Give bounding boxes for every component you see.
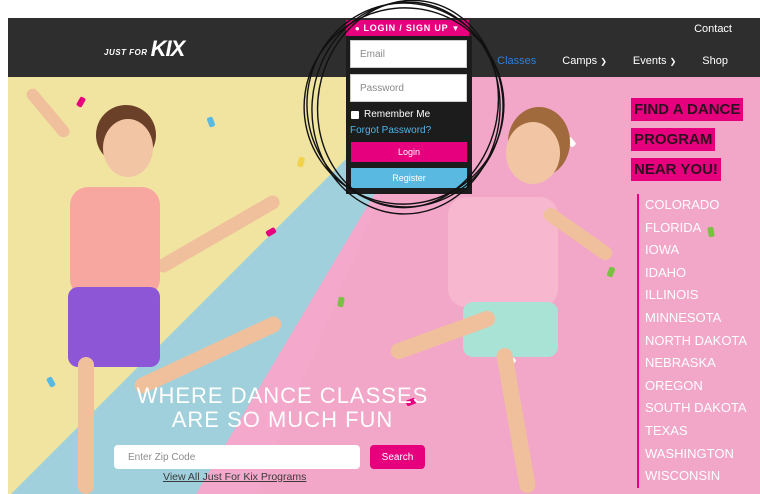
login-tab-label: LOGIN / SIGN UP bbox=[363, 23, 449, 33]
view-all-programs-link[interactable]: View All Just For Kix Programs bbox=[163, 471, 306, 483]
remember-me[interactable]: Remember Me bbox=[351, 109, 430, 120]
state-link[interactable]: OREGON bbox=[639, 375, 747, 398]
logo-small-text: JUST FOR bbox=[104, 47, 148, 57]
find-line-1: FIND A DANCE bbox=[631, 98, 744, 121]
state-link[interactable]: IOWA bbox=[639, 239, 747, 262]
chevron-down-icon: ▼ bbox=[451, 23, 461, 33]
login-dropdown-panel: Email Password Remember Me Forgot Passwo… bbox=[346, 36, 472, 194]
find-program-heading: FIND A DANCE PROGRAM NEAR YOU! bbox=[631, 98, 744, 188]
nav-links: Classes Camps ❯ Events ❯ Shop bbox=[471, 55, 728, 67]
zip-code-input[interactable]: Enter Zip Code bbox=[114, 445, 360, 469]
state-list: COLORADO FLORIDA IOWA IDAHO ILLINOIS MIN… bbox=[637, 194, 747, 488]
state-link[interactable]: NEBRASKA bbox=[639, 352, 747, 375]
search-button[interactable]: Search bbox=[370, 445, 425, 469]
state-link[interactable]: WISCONSIN bbox=[639, 465, 747, 488]
state-link[interactable]: SOUTH DAKOTA bbox=[639, 397, 747, 420]
state-link[interactable]: COLORADO bbox=[639, 194, 747, 217]
password-field[interactable]: Password bbox=[350, 74, 467, 102]
state-link[interactable]: WASHINGTON bbox=[639, 443, 747, 466]
headline-line-2: ARE SO MUCH FUN bbox=[171, 407, 394, 432]
chevron-down-icon: ❯ bbox=[600, 57, 607, 66]
logo-big-text: KIX bbox=[150, 36, 186, 61]
remember-label: Remember Me bbox=[364, 109, 431, 120]
nav-events-label: Events bbox=[632, 55, 667, 67]
nav-shop[interactable]: Shop bbox=[702, 55, 728, 67]
site-logo[interactable]: JUST FOR KIX bbox=[104, 32, 186, 66]
nav-events[interactable]: Events ❯ bbox=[633, 55, 676, 67]
state-link[interactable]: MINNESOTA bbox=[639, 307, 747, 330]
remember-checkbox[interactable] bbox=[351, 110, 359, 119]
register-button[interactable]: Register bbox=[351, 168, 467, 188]
hero-headline: WHERE DANCE CLASSES ARE SO MUCH FUN bbox=[100, 384, 465, 432]
find-line-3: NEAR YOU! bbox=[631, 158, 721, 181]
nav-camps-label: Camps bbox=[562, 55, 598, 67]
lock-icon: ● bbox=[354, 23, 361, 33]
email-field[interactable]: Email bbox=[350, 40, 467, 68]
forgot-password-link[interactable]: Forgot Password? bbox=[350, 125, 431, 136]
nav-camps[interactable]: Camps ❯ bbox=[562, 55, 607, 67]
state-link[interactable]: NORTH DAKOTA bbox=[639, 330, 747, 353]
contact-link[interactable]: Contact bbox=[694, 23, 732, 35]
nav-classes[interactable]: Classes bbox=[497, 55, 536, 67]
state-link[interactable]: IDAHO bbox=[639, 262, 747, 285]
state-link[interactable]: FLORIDA bbox=[639, 217, 747, 240]
state-link[interactable]: TEXAS bbox=[639, 420, 747, 443]
state-link[interactable]: ILLINOIS bbox=[639, 284, 747, 307]
chevron-down-icon: ❯ bbox=[669, 57, 677, 66]
login-button[interactable]: Login bbox=[351, 142, 467, 162]
find-line-2: PROGRAM bbox=[631, 128, 716, 151]
headline-line-1: WHERE DANCE CLASSES bbox=[136, 383, 429, 408]
login-signup-tab[interactable]: ● LOGIN / SIGN UP ▼ bbox=[346, 20, 469, 36]
